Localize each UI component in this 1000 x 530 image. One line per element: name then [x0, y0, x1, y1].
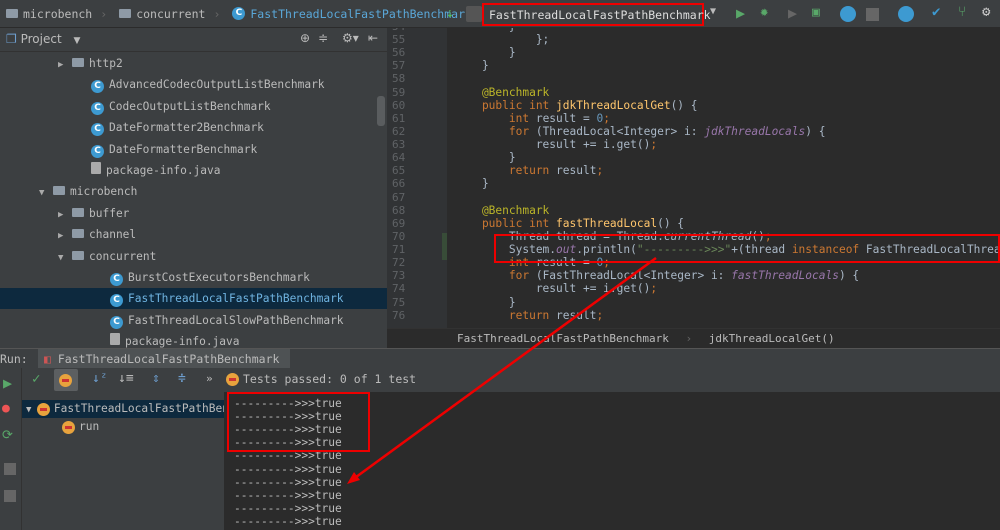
- annotation-arrow: [347, 256, 657, 484]
- arrow-head: [347, 472, 360, 484]
- arrow-line: [351, 256, 657, 482]
